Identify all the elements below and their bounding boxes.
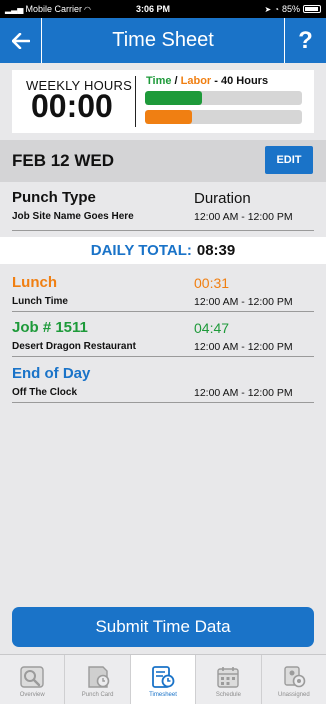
duration-header: Duration bbox=[194, 190, 251, 207]
location-icon: ➤ bbox=[264, 4, 272, 14]
tab-overview[interactable]: Overview bbox=[0, 655, 66, 704]
entry-title: Lunch bbox=[12, 274, 57, 291]
entry-title: End of Day bbox=[12, 365, 91, 382]
alarm-icon: ◔ bbox=[274, 4, 279, 14]
time-progress-fill bbox=[145, 91, 202, 105]
battery-icon bbox=[303, 5, 321, 13]
job-site-header: Job Site Name Goes Here bbox=[12, 211, 134, 222]
battery-percent: 85% bbox=[281, 4, 300, 14]
tab-label: Unassigned bbox=[277, 692, 310, 698]
edit-button[interactable]: EDIT bbox=[265, 146, 313, 174]
daily-total: DAILY TOTAL: 08:39 bbox=[0, 237, 326, 264]
card-divider bbox=[135, 76, 136, 127]
entry-range: 12:00 AM - 12:00 PM bbox=[194, 341, 293, 353]
back-arrow-icon bbox=[11, 32, 30, 49]
entry-duration: 00:31 bbox=[194, 275, 230, 291]
status-bar: ▂▃▅ Mobile Carrier ◠ 3:06 PM ➤ ◔ 85% bbox=[0, 0, 326, 18]
schedule-icon bbox=[217, 667, 240, 688]
date-label: FEB 12 WED bbox=[12, 151, 115, 170]
labor-progress-bar bbox=[145, 110, 302, 124]
legend-separator: / bbox=[171, 75, 181, 87]
unassigned-icon bbox=[284, 666, 306, 688]
entry-subtitle: Off The Clock bbox=[12, 387, 78, 398]
tab-label: Schedule bbox=[215, 692, 241, 698]
legend-hours: - 40 Hours bbox=[211, 75, 269, 87]
daily-total-label: DAILY TOTAL: bbox=[90, 242, 192, 259]
entry-subtitle: Lunch Time bbox=[12, 296, 68, 307]
range-header: 12:00 AM - 12:00 PM bbox=[194, 211, 293, 223]
legend-labor: Labor bbox=[180, 75, 212, 87]
tab-label: Overview bbox=[19, 692, 45, 698]
tab-schedule[interactable]: Schedule bbox=[196, 655, 262, 704]
tab-label: Punch Card bbox=[81, 692, 114, 698]
tab-unassigned[interactable]: Unassigned bbox=[262, 655, 326, 704]
tab-timesheet[interactable]: Timesheet bbox=[130, 655, 197, 704]
list-item[interactable]: Lunch Lunch Time 00:31 12:00 AM - 12:00 … bbox=[12, 270, 314, 312]
tab-bar: Overview Punch Card Timesheet Schedule U… bbox=[0, 654, 326, 704]
entry-range: 12:00 AM - 12:00 PM bbox=[194, 296, 293, 308]
carrier-name: Mobile Carrier bbox=[25, 4, 82, 14]
punch-card-icon bbox=[87, 666, 109, 688]
status-right: ➤ ◔ 85% bbox=[201, 4, 321, 14]
tab-punch-card[interactable]: Punch Card bbox=[65, 655, 131, 704]
overview-icon bbox=[20, 666, 44, 688]
entry-title: Job # 1511 bbox=[12, 319, 88, 336]
submit-time-data-button[interactable]: Submit Time Data bbox=[12, 607, 314, 647]
weekly-hours-value: 00:00 bbox=[31, 88, 113, 124]
punch-type-header: Punch Type bbox=[12, 189, 96, 206]
list-item[interactable]: End of Day Off The Clock 12:00 AM - 12:0… bbox=[12, 361, 314, 403]
status-time: 3:06 PM bbox=[135, 4, 170, 14]
timesheet-icon bbox=[152, 666, 175, 688]
weekly-hours-card: WEEKLY HOURS 00:00 Time / Labor - 40 Hou… bbox=[12, 70, 314, 133]
help-button[interactable]: ? bbox=[284, 18, 326, 63]
time-progress-bar bbox=[145, 91, 302, 105]
back-button[interactable] bbox=[0, 18, 42, 63]
signal-icon: ▂▃▅ bbox=[5, 4, 24, 14]
app-header: Time Sheet ? bbox=[0, 18, 326, 63]
legend-time: Time bbox=[146, 75, 172, 87]
labor-progress-fill bbox=[145, 110, 193, 124]
list-item[interactable]: Job # 1511 Desert Dragon Restaurant 04:4… bbox=[12, 315, 314, 357]
entry-range: 12:00 AM - 12:00 PM bbox=[194, 387, 293, 399]
entry-duration: 04:47 bbox=[194, 320, 230, 336]
help-icon: ? bbox=[298, 26, 313, 54]
time-labor-legend: Time / Labor - 40 Hours bbox=[146, 75, 268, 87]
tab-label: Timesheet bbox=[149, 692, 177, 698]
daily-total-value: 08:39 bbox=[196, 242, 236, 259]
date-row: FEB 12 WED EDIT bbox=[0, 140, 326, 182]
column-header-row: Punch Type Job Site Name Goes Here Durat… bbox=[12, 186, 314, 231]
wifi-icon: ◠ bbox=[83, 4, 91, 14]
page-title: Time Sheet bbox=[112, 29, 214, 51]
entry-subtitle: Desert Dragon Restaurant bbox=[12, 341, 136, 352]
